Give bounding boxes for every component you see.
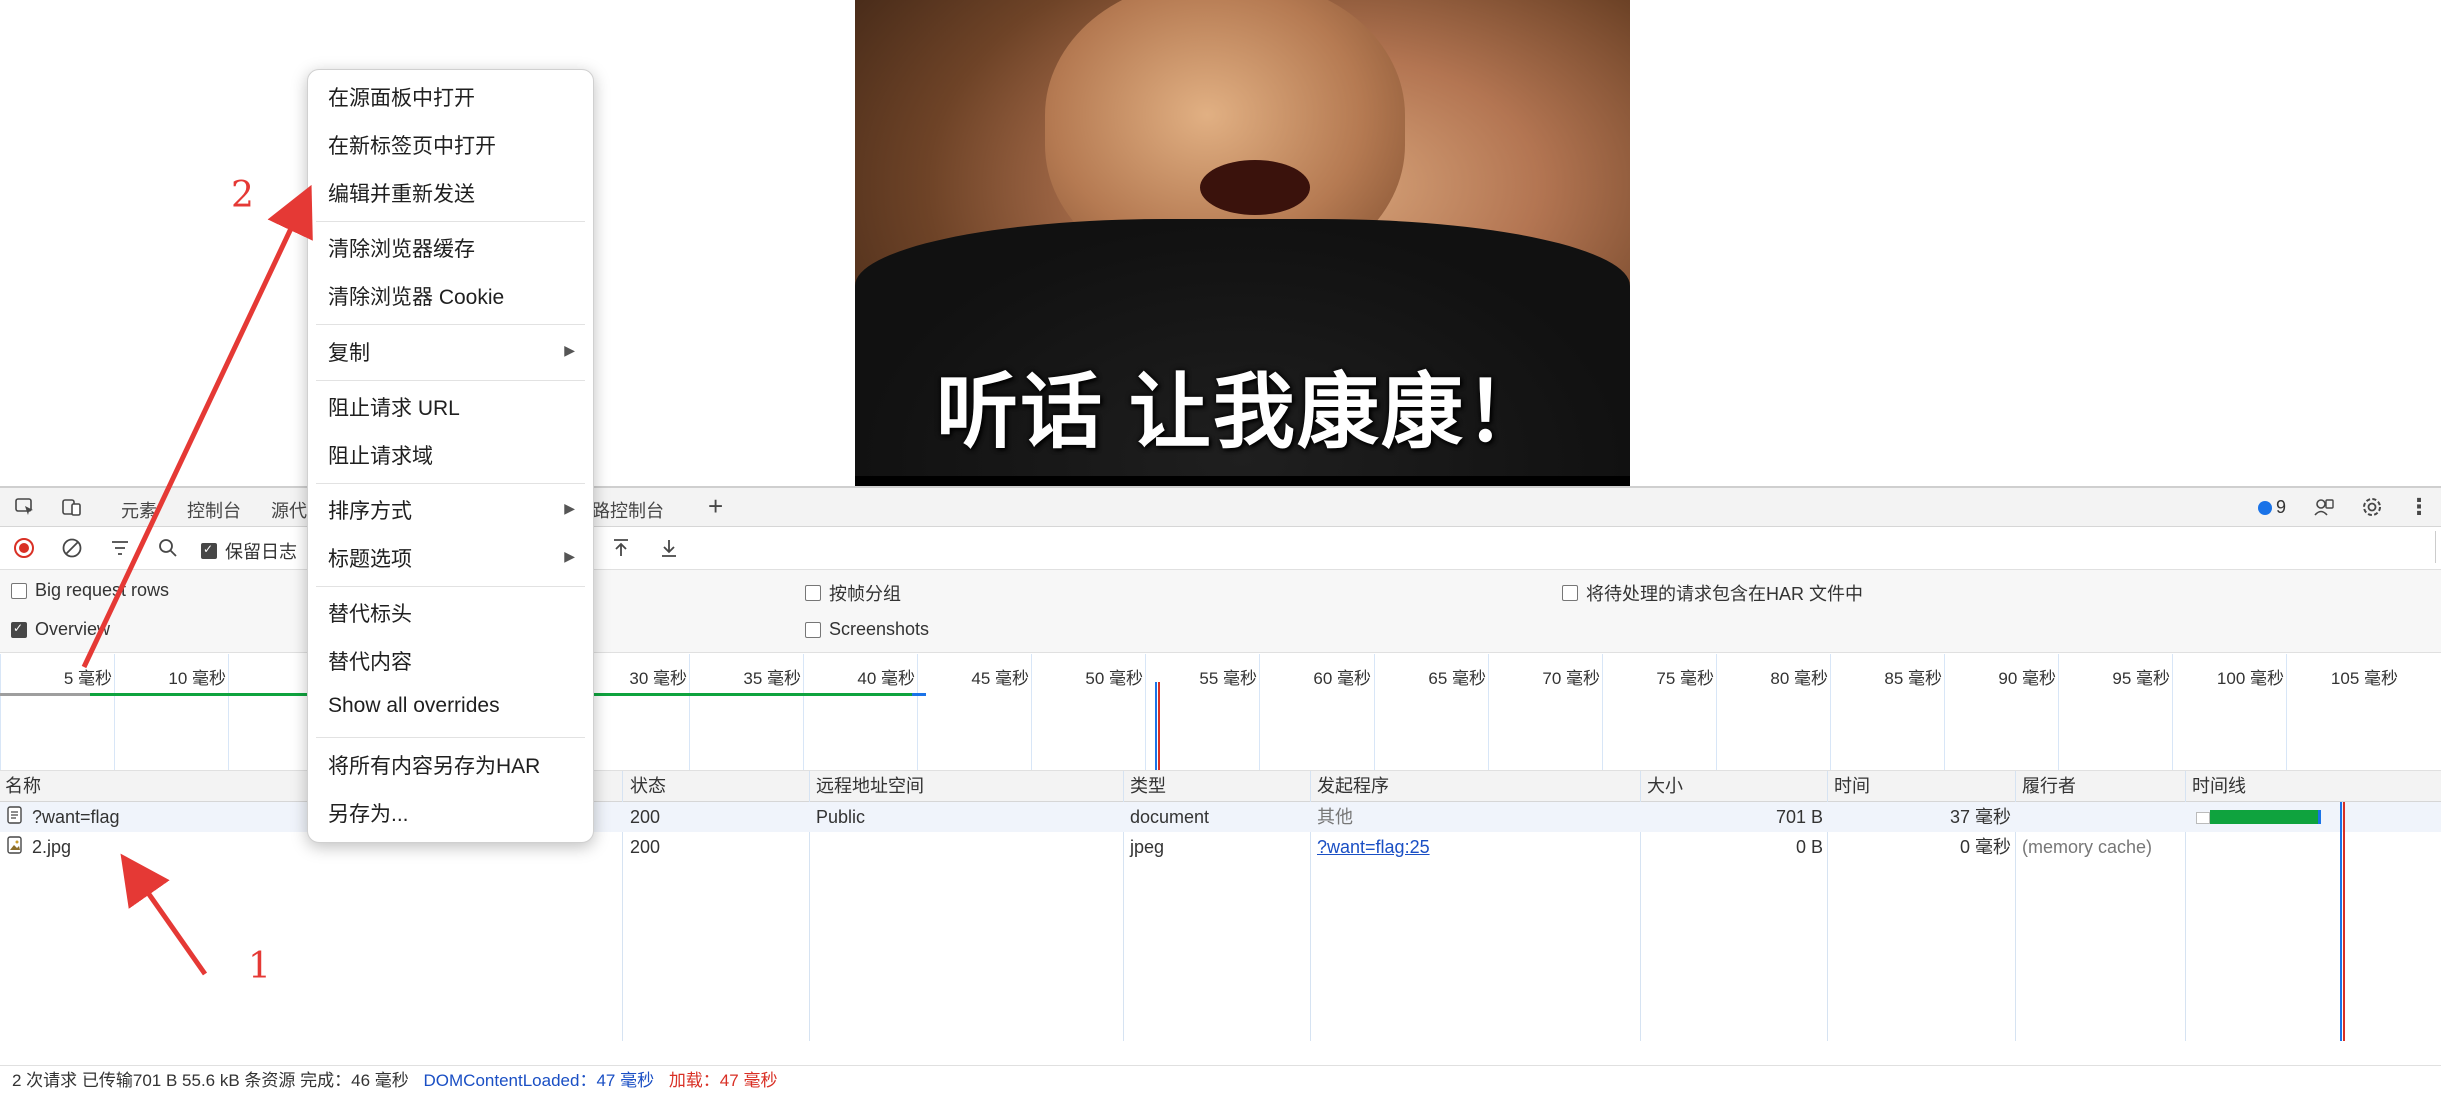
arrow-2	[81, 184, 313, 669]
annotation-label-2: 2	[231, 175, 254, 216]
annotation-arrows	[81, 184, 313, 976]
annotation-label-1: 1	[248, 946, 271, 987]
arrow-1	[120, 853, 208, 976]
